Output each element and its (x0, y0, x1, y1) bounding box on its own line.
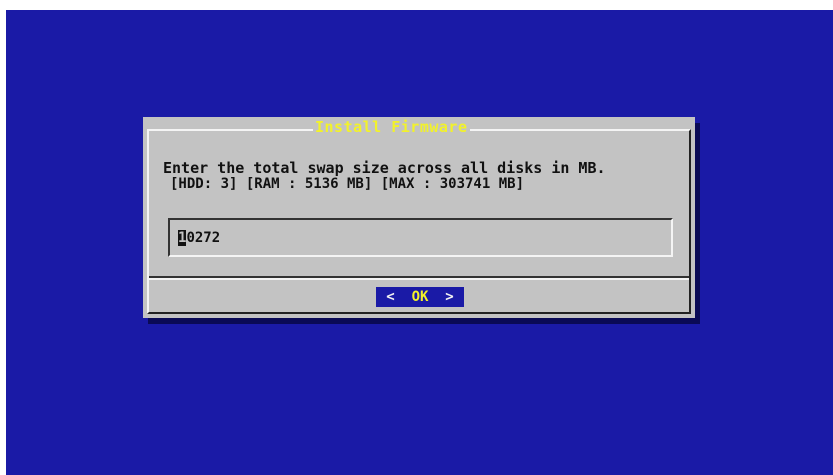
prompt-text-line2: [HDD: 3] [RAM : 5136 MB] [MAX : 303741 M… (170, 176, 525, 192)
button-separator (149, 276, 689, 280)
ok-button[interactable]: < OK > (376, 287, 464, 307)
ok-left-bracket: < (386, 289, 395, 305)
swap-size-input-value[interactable]: 10272 (178, 229, 220, 247)
prompt-text-line1: Enter the total swap size across all dis… (163, 159, 606, 177)
ok-right-bracket: > (445, 289, 454, 305)
dialog-title: Install Firmware (313, 118, 470, 136)
installer-screen: Install Firmware Enter the total swap si… (6, 10, 833, 475)
swap-size-input[interactable]: 10272 (168, 218, 673, 257)
swap-size-input-rest: 0272 (186, 230, 221, 246)
swap-size-dialog: Install Firmware Enter the total swap si… (143, 117, 695, 318)
ok-button-label: OK (411, 289, 429, 305)
